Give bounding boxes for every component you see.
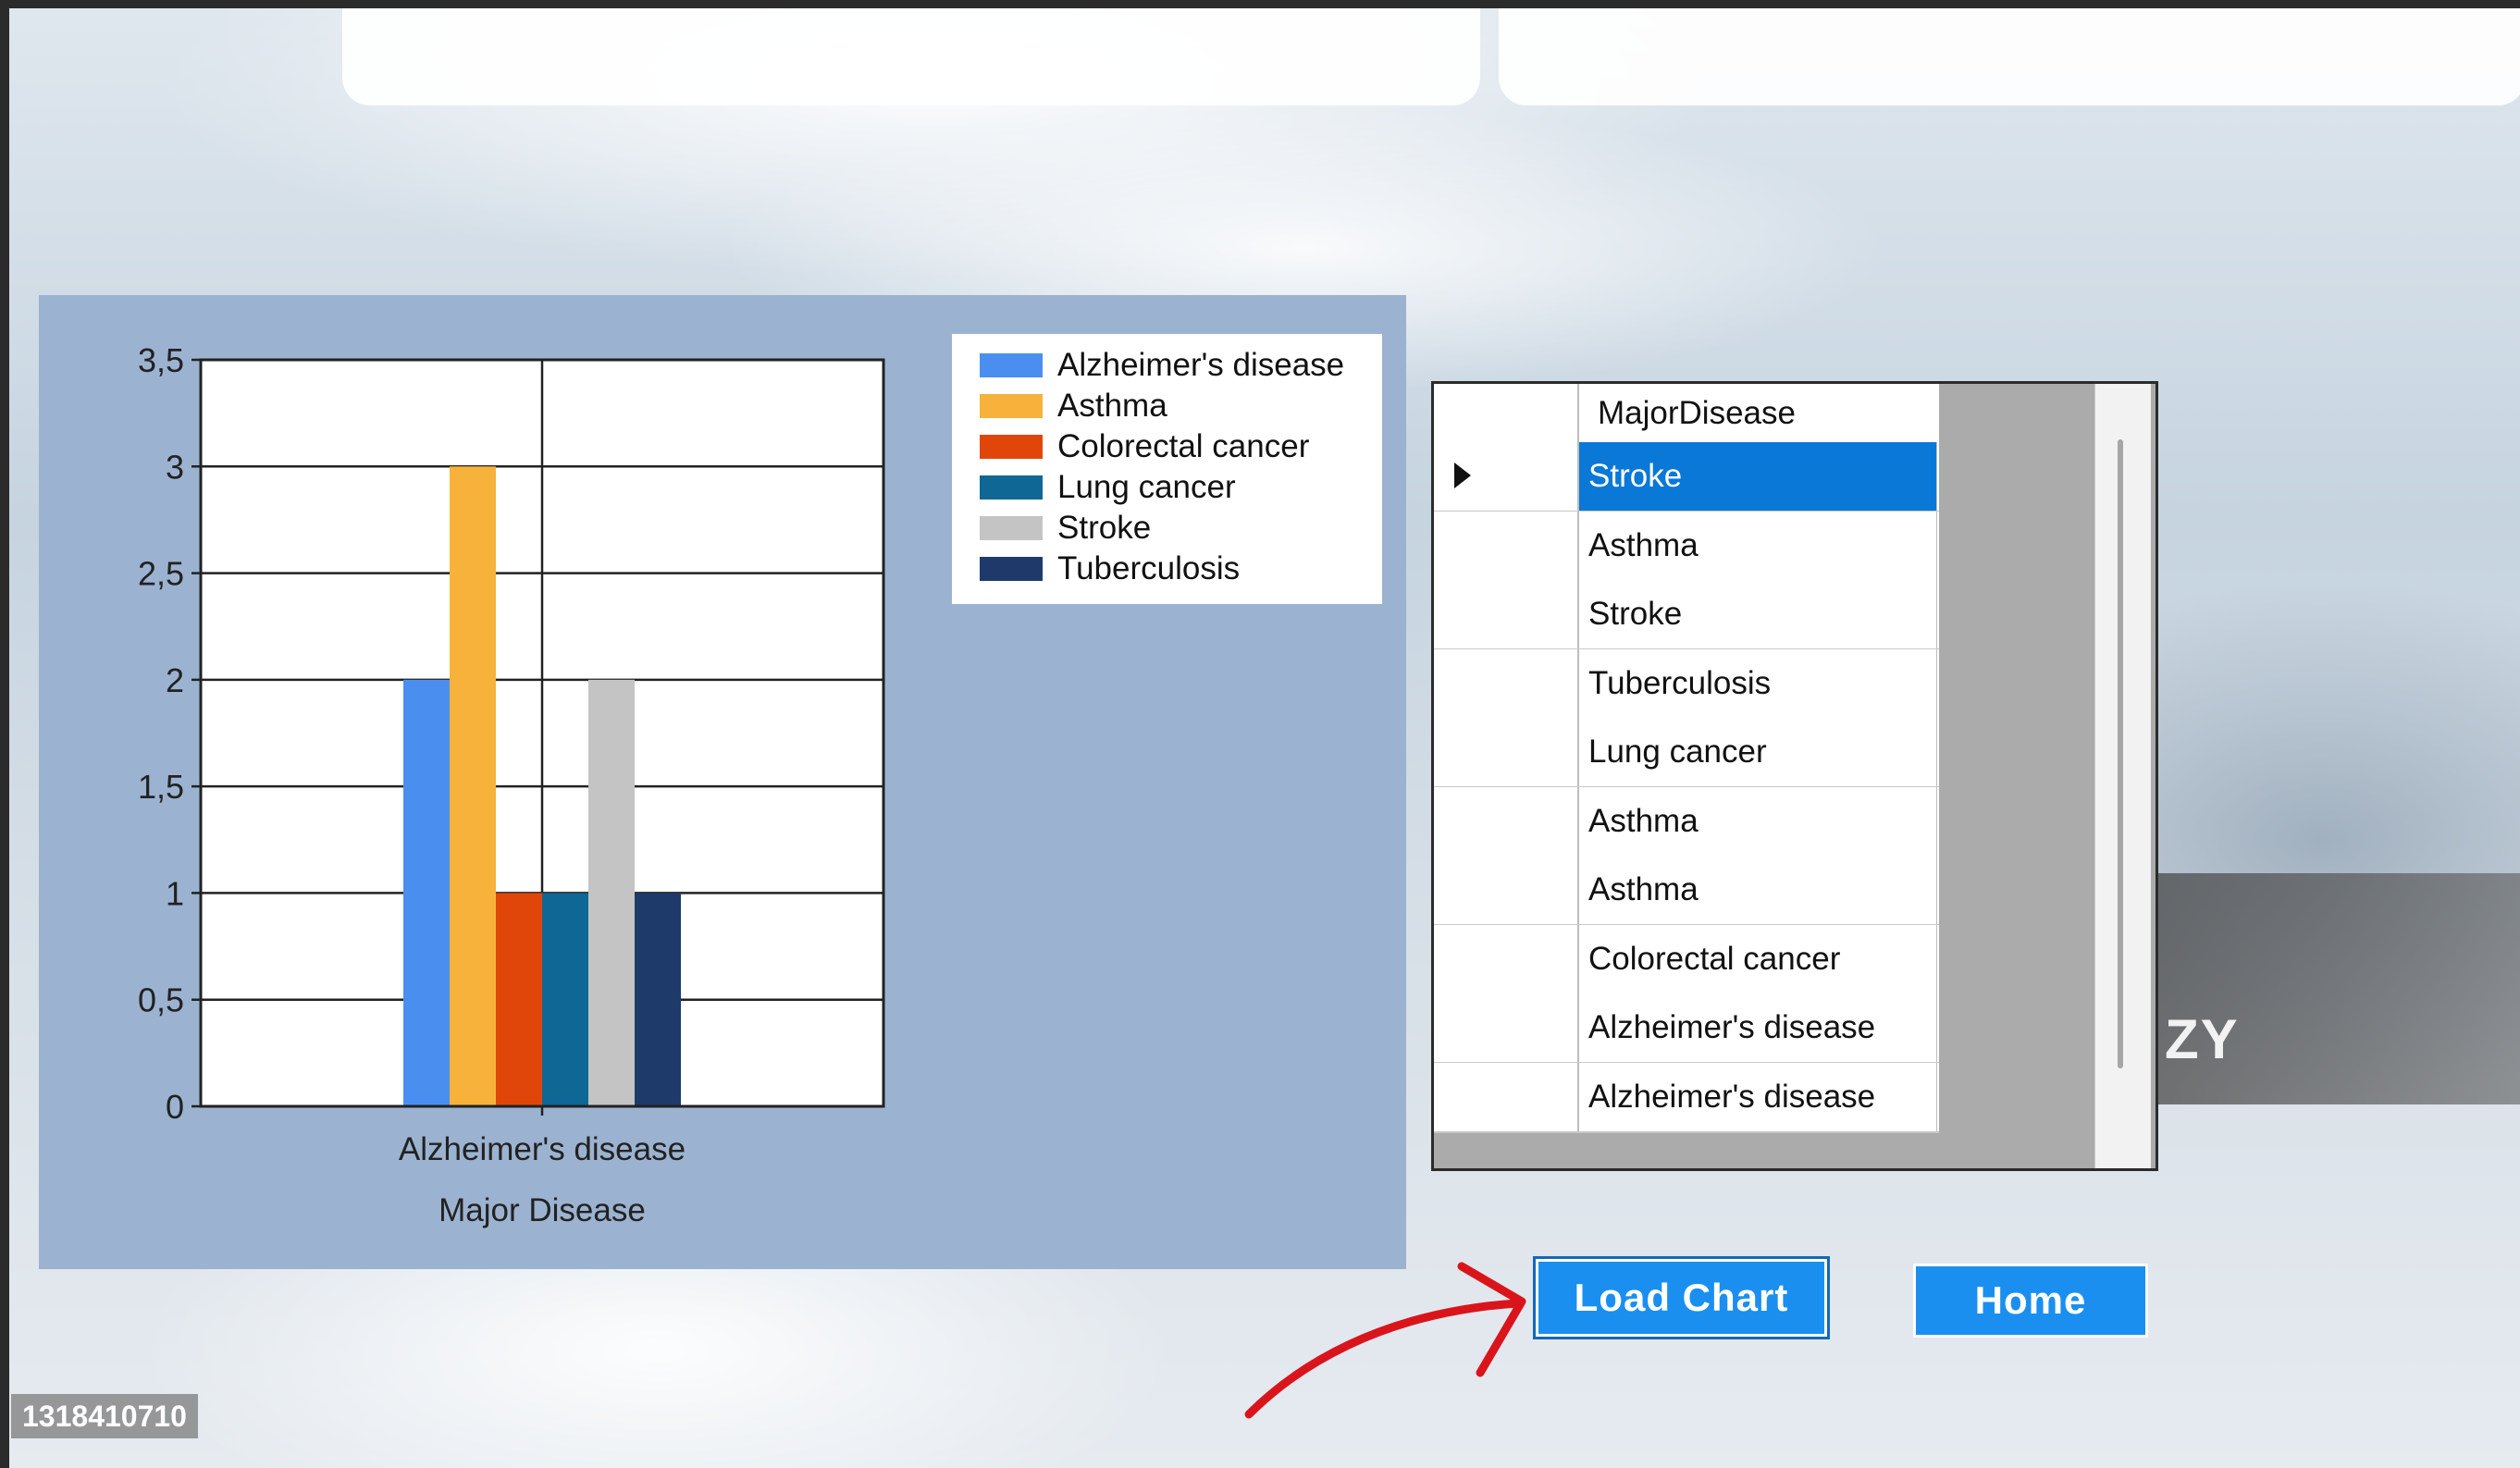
y-tick-label: 0,5 <box>138 981 184 1019</box>
legend-item: Stroke <box>980 508 1151 549</box>
legend-label: Stroke <box>1057 510 1152 546</box>
legend-swatch <box>980 475 1043 500</box>
bar-asthma <box>450 466 496 1106</box>
row-header[interactable] <box>1434 856 1579 924</box>
row-header[interactable] <box>1434 924 1579 993</box>
cell-majordisease[interactable]: Colorectal cancer <box>1579 924 1937 993</box>
x-category-label: Alzheimer's disease <box>399 1131 686 1167</box>
table-row[interactable]: Tuberculosis <box>1434 648 1939 720</box>
background-light-strip <box>1499 8 2520 105</box>
cell-majordisease[interactable]: Alzheimer's disease <box>1579 993 1937 1062</box>
annotation-arrow-icon <box>1244 1262 1526 1419</box>
cell-majordisease[interactable]: Stroke <box>1579 580 1937 648</box>
home-button[interactable]: Home <box>1913 1264 2148 1338</box>
legend-swatch <box>980 394 1043 418</box>
table-row[interactable]: Alzheimer's disease <box>1434 1062 1939 1133</box>
bar-tuberculosis <box>635 893 681 1106</box>
legend-item: Asthma <box>980 386 1167 426</box>
column-header-majordisease[interactable]: MajorDisease <box>1579 384 1937 442</box>
row-header[interactable] <box>1434 511 1579 580</box>
table-row[interactable]: Asthma <box>1434 786 1939 857</box>
grid-header-row: MajorDisease <box>1434 384 1939 443</box>
legend-swatch <box>980 516 1043 540</box>
y-tick-label: 1 <box>166 874 184 912</box>
grid-scrollbar[interactable] <box>2094 384 2151 1168</box>
table-row[interactable]: Asthma <box>1434 511 1939 582</box>
chart-panel: 0 0,5 1 1,5 2 2,5 3 3,5 Alzheimer's disease Major… <box>39 295 1406 1269</box>
table-row[interactable]: Stroke <box>1434 580 1939 650</box>
x-axis-title: Major Disease <box>439 1192 646 1228</box>
legend-label: Lung cancer <box>1057 469 1236 505</box>
table-row[interactable]: Colorectal cancer <box>1434 924 1939 995</box>
legend-label: Tuberculosis <box>1057 550 1241 586</box>
y-tick-label: 2,5 <box>138 555 184 593</box>
row-header[interactable] <box>1434 1062 1579 1131</box>
bar-colorectal-cancer <box>496 893 542 1106</box>
legend-item: Tuberculosis <box>980 549 1240 589</box>
row-header-corner <box>1434 384 1579 442</box>
disease-data-grid[interactable]: MajorDisease Stroke Asthma Stroke Tuberculo… <box>1431 381 2158 1171</box>
watermark-id: 1318410710 <box>11 1394 198 1438</box>
cell-majordisease[interactable]: Lung cancer <box>1579 718 1937 786</box>
cell-majordisease[interactable]: Asthma <box>1579 786 1937 856</box>
cell-majordisease[interactable]: Stroke <box>1579 442 1937 511</box>
app-window: ZY 0 0,5 1 1,5 2 2,5 3 3,5 Alzheimer's disease Ma… <box>9 8 2520 1468</box>
table-row[interactable]: Alzheimer's disease <box>1434 993 1939 1064</box>
row-header[interactable] <box>1434 580 1579 648</box>
y-tick-label: 1,5 <box>138 768 184 806</box>
legend-swatch <box>980 353 1043 377</box>
y-tick-label: 2 <box>166 661 184 699</box>
row-header[interactable] <box>1434 718 1579 786</box>
legend-item: Colorectal cancer <box>980 426 1309 467</box>
chart-legend: Alzheimer's disease Asthma Colorectal canc… <box>952 334 1382 604</box>
bar-alzheimer-s-disease <box>403 679 450 1106</box>
table-row[interactable]: Stroke <box>1434 442 1939 512</box>
scrollbar-thumb[interactable] <box>2118 439 2123 1068</box>
legend-label: Asthma <box>1057 388 1167 424</box>
cell-majordisease[interactable]: Asthma <box>1579 511 1937 580</box>
current-row-arrow-icon <box>1454 463 1471 488</box>
bar-stroke <box>588 679 635 1106</box>
cell-majordisease[interactable]: Alzheimer's disease <box>1579 1062 1937 1131</box>
background-light-strip <box>342 8 1480 105</box>
row-header[interactable] <box>1434 648 1579 718</box>
y-tick-label: 0 <box>166 1088 184 1126</box>
cell-majordisease[interactable]: Asthma <box>1579 856 1937 924</box>
table-row[interactable]: Asthma <box>1434 856 1939 926</box>
cell-majordisease[interactable]: Tuberculosis <box>1579 648 1937 718</box>
y-tick-label: 3 <box>166 448 184 486</box>
legend-swatch <box>980 435 1043 459</box>
row-header[interactable] <box>1434 786 1579 856</box>
legend-item: Alzheimer's disease <box>980 345 1344 386</box>
banner-text: ZY <box>2165 1008 2240 1070</box>
legend-label: Colorectal cancer <box>1057 428 1310 464</box>
legend-item: Lung cancer <box>980 467 1236 508</box>
table-row[interactable]: Lung cancer <box>1434 718 1939 788</box>
row-header[interactable] <box>1434 442 1579 511</box>
y-tick-label: 3,5 <box>138 341 184 379</box>
legend-label: Alzheimer's disease <box>1057 347 1345 383</box>
row-header[interactable] <box>1434 993 1579 1062</box>
bar-lung-cancer <box>542 893 588 1106</box>
legend-swatch <box>980 557 1043 581</box>
load-chart-button[interactable]: Load Chart <box>1536 1259 1827 1337</box>
